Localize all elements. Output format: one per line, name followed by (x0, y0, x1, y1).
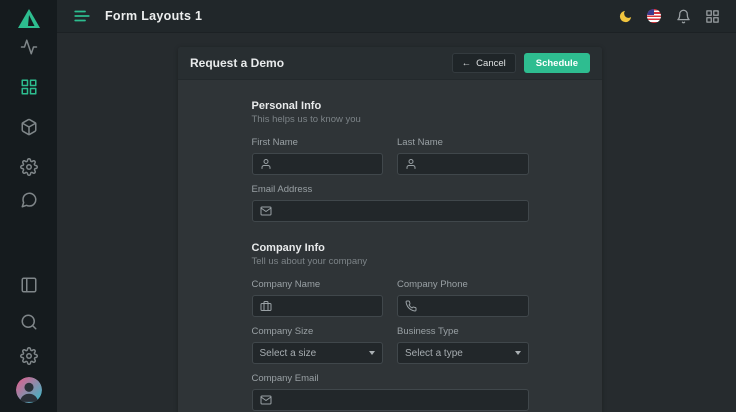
search-icon[interactable] (20, 313, 38, 331)
package-icon[interactable] (20, 118, 38, 136)
field-last-name: Last Name (397, 137, 529, 175)
company-email-input-wrap (252, 389, 529, 411)
person-icon (260, 158, 272, 170)
company-name-phone-row: Company Name Company Pho (252, 279, 529, 317)
demo-form: Personal Info This helps us to know you … (252, 100, 529, 411)
person-icon (405, 158, 417, 170)
first-name-label: First Name (252, 137, 384, 148)
activity-icon[interactable] (20, 38, 38, 56)
envelope-icon (260, 394, 272, 406)
schedule-button[interactable]: Schedule (524, 53, 590, 73)
last-name-input[interactable] (423, 159, 521, 170)
field-email-address: Email Address (252, 184, 529, 222)
company-email-row: Company Email (252, 373, 529, 411)
topbar-actions (617, 8, 720, 24)
section-title-personal-info: Personal Info (252, 100, 529, 112)
company-email-input[interactable] (278, 395, 521, 406)
section-subtitle-company-info: Tell us about your company (252, 256, 529, 267)
sidebar (0, 0, 57, 412)
chevron-down-icon (369, 351, 375, 355)
gear-icon[interactable] (20, 158, 38, 176)
email-address-input[interactable] (278, 206, 521, 217)
moon-icon[interactable] (617, 8, 633, 24)
card-actions: ← Cancel Schedule (452, 53, 590, 73)
name-row: First Name Last Name (252, 137, 529, 175)
apps-grid-icon[interactable] (704, 8, 720, 24)
field-company-email: Company Email (252, 373, 529, 411)
company-size-placeholder: Select a size (260, 348, 317, 359)
phone-icon (405, 300, 417, 312)
schedule-button-label: Schedule (536, 58, 578, 69)
field-first-name: First Name (252, 137, 384, 175)
content-area: Request a Demo ← Cancel Schedule (57, 33, 736, 412)
email-address-label: Email Address (252, 184, 529, 195)
first-name-input[interactable] (278, 159, 376, 170)
company-name-input-wrap (252, 295, 384, 317)
section-title-company-info: Company Info (252, 242, 529, 254)
briefcase-icon (260, 300, 272, 312)
card-header: Request a Demo ← Cancel Schedule (178, 47, 602, 80)
chevron-down-icon (515, 351, 521, 355)
section-subtitle-personal-info: This helps us to know you (252, 114, 529, 125)
size-type-row: Company Size Select a size Business Type (252, 326, 529, 364)
envelope-icon (260, 205, 272, 217)
layout-icon[interactable] (20, 276, 38, 294)
business-type-label: Business Type (397, 326, 529, 337)
user-avatar[interactable] (16, 377, 42, 403)
main-area: Form Layouts 1 Request a Demo (57, 0, 736, 412)
company-name-label: Company Name (252, 279, 384, 290)
field-company-name: Company Name (252, 279, 384, 317)
cancel-button-label: Cancel (476, 58, 506, 69)
field-business-type: Business Type Select a type (397, 326, 529, 364)
company-size-select[interactable]: Select a size (252, 342, 384, 364)
last-name-input-wrap (397, 153, 529, 175)
business-type-placeholder: Select a type (405, 348, 463, 359)
business-type-select[interactable]: Select a type (397, 342, 529, 364)
settings-icon[interactable] (20, 347, 38, 365)
topbar: Form Layouts 1 (57, 0, 736, 33)
us-flag-icon[interactable] (646, 8, 662, 24)
bell-icon[interactable] (675, 8, 691, 24)
last-name-label: Last Name (397, 137, 529, 148)
us-flag (647, 9, 661, 23)
field-company-size: Company Size Select a size (252, 326, 384, 364)
company-email-label: Company Email (252, 373, 529, 384)
first-name-input-wrap (252, 153, 384, 175)
company-name-input[interactable] (278, 301, 376, 312)
field-company-phone: Company Phone (397, 279, 529, 317)
cancel-button[interactable]: ← Cancel (452, 53, 516, 73)
email-input-wrap (252, 200, 529, 222)
company-phone-label: Company Phone (397, 279, 529, 290)
card-body: Personal Info This helps us to know you … (178, 80, 602, 412)
company-phone-input-wrap (397, 295, 529, 317)
grid-icon[interactable] (20, 78, 38, 96)
company-info-section: Company Info Tell us about your company … (252, 242, 529, 411)
back-arrow-icon: ← (462, 58, 472, 69)
card-title: Request a Demo (190, 56, 284, 70)
app-root: Form Layouts 1 Request a Demo (0, 0, 736, 412)
chat-icon[interactable] (20, 191, 38, 209)
brand-triangle-logo[interactable] (16, 6, 42, 32)
page-title: Form Layouts 1 (105, 9, 202, 23)
request-demo-card: Request a Demo ← Cancel Schedule (178, 47, 602, 412)
company-phone-input[interactable] (423, 301, 521, 312)
hamburger-menu-icon[interactable] (73, 7, 91, 25)
company-size-label: Company Size (252, 326, 384, 337)
email-row: Email Address (252, 184, 529, 222)
